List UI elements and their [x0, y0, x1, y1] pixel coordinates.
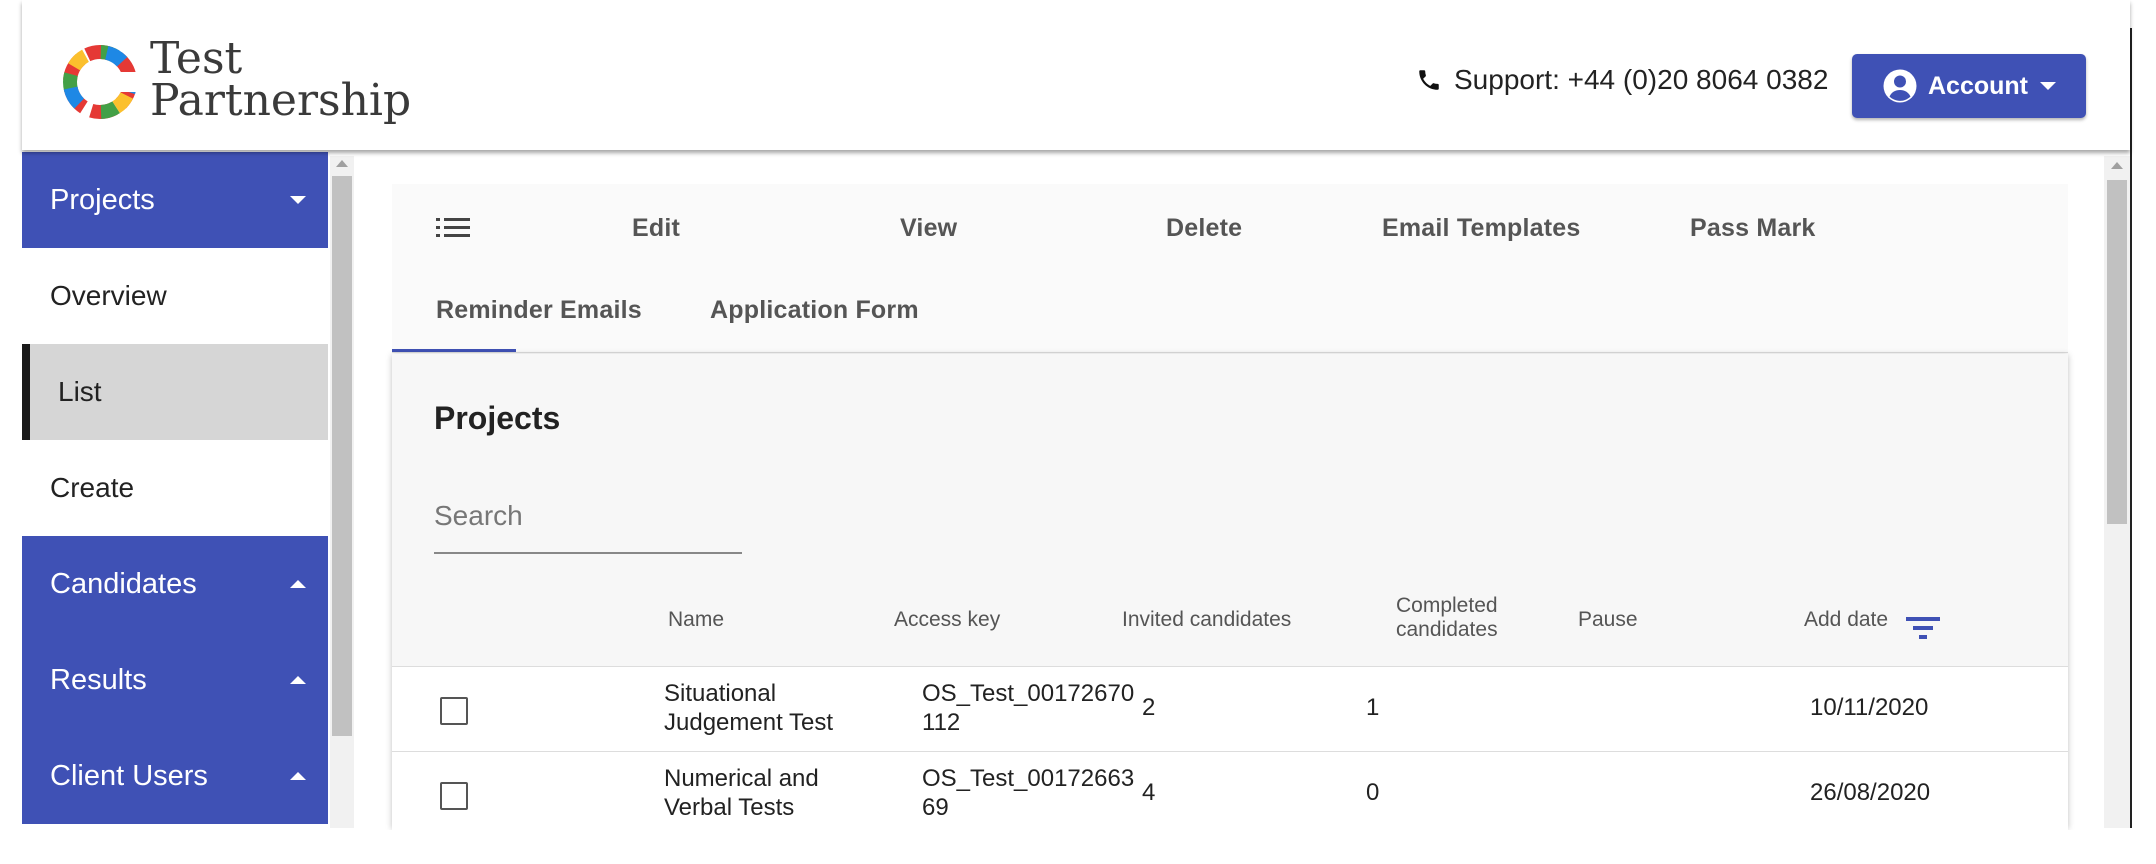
- completed-count: 0: [1366, 779, 1380, 806]
- tab-edit[interactable]: Edit: [632, 214, 680, 243]
- sidebar-section-results[interactable]: Results: [22, 632, 328, 728]
- access-key-line2: 69: [922, 794, 949, 821]
- sidebar-item-overview[interactable]: Overview: [22, 248, 328, 344]
- access-key-line1: OS_Test_00172670: [922, 680, 1135, 707]
- chevron-down-icon: [2040, 82, 2056, 90]
- column-header-completed-line1: Completed: [1396, 594, 1498, 617]
- sidebar-section-label: Results: [50, 663, 147, 696]
- project-name-line1: Numerical and: [664, 765, 819, 792]
- column-header-pause[interactable]: Pause: [1578, 608, 1638, 632]
- chevron-up-icon: [290, 580, 306, 588]
- scroll-up-arrow-icon[interactable]: [336, 160, 348, 167]
- access-key-line1: OS_Test_00172663: [922, 765, 1135, 792]
- sidebar-section-label: Projects: [50, 183, 155, 216]
- sidebar-item-list[interactable]: List: [22, 344, 328, 440]
- account-label: Account: [1928, 71, 2028, 100]
- brand-name-line2: Partnership: [150, 75, 412, 126]
- search-input[interactable]: [434, 500, 742, 532]
- table-header: Name Access key Invited candidates Compl…: [392, 578, 2068, 667]
- column-header-name[interactable]: Name: [668, 608, 724, 632]
- brand-name: Test Partnership: [150, 33, 412, 126]
- account-circle-icon: [1883, 69, 1917, 103]
- support-phone[interactable]: Support: +44 (0)20 8064 0382: [1416, 64, 1828, 96]
- chevron-down-icon: [290, 196, 306, 204]
- sidebar-item-label: Overview: [50, 280, 167, 311]
- sidebar-scrollbar-thumb[interactable]: [332, 176, 352, 736]
- main-content: Edit View Delete Email Templates Pass Ma…: [392, 184, 2068, 837]
- sidebar-item-label: List: [58, 376, 102, 407]
- add-date: 26/08/2020: [1810, 779, 1931, 806]
- column-header-completed-line2: candidates: [1396, 618, 1498, 641]
- scroll-up-arrow-icon[interactable]: [2111, 162, 2123, 169]
- project-name-line2: Verbal Tests: [664, 794, 795, 821]
- tab-reminder-emails[interactable]: Reminder Emails: [436, 296, 642, 325]
- project-action-toolbar: Edit View Delete Email Templates Pass Ma…: [392, 184, 2068, 353]
- account-button[interactable]: Account: [1852, 54, 2086, 118]
- sidebar-section-candidates[interactable]: Candidates: [22, 536, 328, 632]
- brand-name-line1: Test: [150, 33, 243, 84]
- brand-logo[interactable]: Test Partnership: [56, 34, 411, 126]
- sidebar: Projects Overview List Create Candidates…: [22, 152, 328, 828]
- support-text: Support: +44 (0)20 8064 0382: [1454, 64, 1829, 95]
- projects-card: Projects Name Access key Invited candida…: [392, 354, 2068, 837]
- bottom-margin: [0, 830, 2156, 864]
- table-row[interactable]: Numerical and Verbal Tests OS_Test_00172…: [392, 752, 2068, 837]
- sidebar-item-label: Create: [50, 472, 135, 503]
- chevron-up-icon: [290, 772, 306, 780]
- sidebar-section-label: Client Users: [50, 759, 208, 792]
- column-header-invited[interactable]: Invited candidates: [1122, 608, 1291, 632]
- tab-application-form[interactable]: Application Form: [710, 296, 919, 325]
- logo-icon: [63, 45, 144, 119]
- main-scrollbar-thumb[interactable]: [2107, 180, 2127, 524]
- tab-delete[interactable]: Delete: [1166, 214, 1242, 243]
- toolbar-divider: [392, 352, 2068, 353]
- access-key: OS_Test_00172670 112: [922, 679, 1134, 737]
- main-scrollbar[interactable]: [2104, 156, 2130, 828]
- column-header-completed[interactable]: Completed candidates: [1396, 594, 1498, 642]
- search-field[interactable]: [434, 500, 742, 554]
- row-select-checkbox[interactable]: [440, 782, 468, 810]
- project-name: Situational Judgement Test: [664, 679, 833, 737]
- tab-email-templates[interactable]: Email Templates: [1382, 214, 1580, 243]
- list-menu-icon[interactable]: [436, 216, 470, 240]
- add-date: 10/11/2020: [1810, 694, 1929, 721]
- sidebar-section-client-users[interactable]: Client Users: [22, 728, 328, 824]
- tab-view[interactable]: View: [900, 214, 957, 243]
- sidebar-section-label: Candidates: [50, 567, 197, 600]
- completed-count: 1: [1366, 694, 1380, 721]
- row-select-checkbox[interactable]: [440, 697, 468, 725]
- access-key-line2: 112: [922, 709, 961, 736]
- sidebar-section-projects[interactable]: Projects: [22, 152, 328, 248]
- page-title: Projects: [434, 400, 561, 436]
- project-name-line1: Situational: [664, 680, 777, 707]
- sidebar-scrollbar[interactable]: [330, 156, 354, 828]
- project-name: Numerical and Verbal Tests: [664, 764, 819, 822]
- projects-table-body: Situational Judgement Test OS_Test_00172…: [392, 667, 2068, 837]
- tab-pass-mark[interactable]: Pass Mark: [1690, 214, 1816, 243]
- column-header-add-date[interactable]: Add date: [1804, 608, 1888, 632]
- chevron-up-icon: [290, 676, 306, 684]
- sidebar-item-create[interactable]: Create: [22, 440, 328, 536]
- window-edge: [2130, 28, 2132, 828]
- invited-count: 4: [1142, 779, 1156, 806]
- filter-list-icon[interactable]: [1906, 614, 1940, 642]
- access-key: OS_Test_00172663 69: [922, 764, 1134, 822]
- invited-count: 2: [1142, 694, 1156, 721]
- column-header-access-key[interactable]: Access key: [894, 608, 1000, 632]
- table-row[interactable]: Situational Judgement Test OS_Test_00172…: [392, 667, 2068, 752]
- top-header: Test Partnership Support: +44 (0)20 8064…: [22, 0, 2130, 150]
- project-name-line2: Judgement Test: [664, 709, 833, 736]
- phone-icon: [1419, 70, 1439, 90]
